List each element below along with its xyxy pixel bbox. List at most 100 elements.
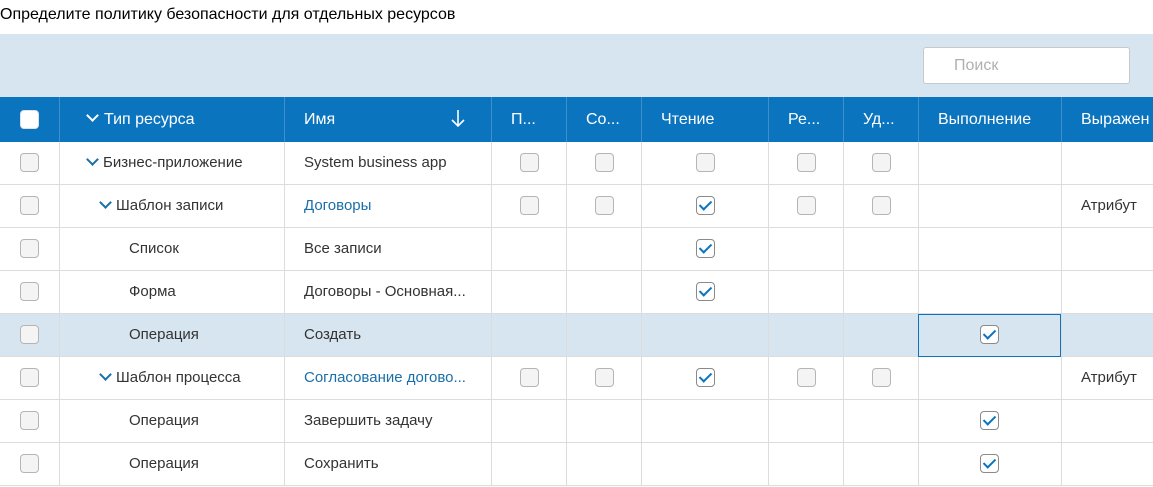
permission-create-checkbox[interactable]: [520, 153, 539, 172]
permission-edit-checkbox[interactable]: [797, 153, 816, 172]
cell-read: [642, 271, 769, 313]
resource-name: System business app: [304, 154, 447, 171]
cell-execute: [919, 400, 1062, 442]
resource-name-link[interactable]: Согласование догово...: [304, 357, 466, 399]
cell-delete: [844, 443, 919, 485]
header-read[interactable]: Чтение: [642, 97, 769, 142]
resource-type-label: Список: [129, 240, 179, 257]
cell-type: Операция: [60, 314, 285, 356]
row-select-checkbox[interactable]: [20, 325, 39, 344]
permission-read-checkbox[interactable]: [696, 196, 715, 215]
header-read-label: Чтение: [661, 111, 715, 128]
permission-read-checkbox[interactable]: [696, 282, 715, 301]
cell-name: Завершить задачу: [285, 400, 492, 442]
cell-edit: [769, 400, 844, 442]
search-input[interactable]: [923, 47, 1130, 84]
permission-read-checkbox[interactable]: [696, 368, 715, 387]
resource-name: Все записи: [304, 240, 382, 257]
row-select-checkbox[interactable]: [20, 153, 39, 172]
cell-select: [0, 357, 60, 399]
header-delete[interactable]: Уд...: [844, 97, 919, 142]
cell-create: [492, 142, 567, 184]
permission-save-checkbox[interactable]: [595, 153, 614, 172]
table-row[interactable]: Операция Завершить задачу: [0, 400, 1153, 443]
cell-expression: [1062, 228, 1153, 270]
permission-execute-checkbox[interactable]: [980, 411, 999, 430]
sort-arrow-down-icon[interactable]: [451, 109, 465, 129]
permission-edit-checkbox[interactable]: [797, 196, 816, 215]
permission-execute-checkbox[interactable]: [980, 454, 999, 473]
table-row[interactable]: Шаблон записи Договоры Атрибут: [0, 185, 1153, 228]
resource-name-link[interactable]: Договоры: [304, 185, 371, 227]
cell-type: Список: [60, 228, 285, 270]
row-select-checkbox[interactable]: [20, 368, 39, 387]
header-save[interactable]: Со...: [567, 97, 642, 142]
cell-save: [567, 142, 642, 184]
cell-delete: [844, 142, 919, 184]
table-row[interactable]: Операция Создать: [0, 314, 1153, 357]
header-expression[interactable]: Выражен: [1062, 97, 1153, 142]
chevron-down-icon[interactable]: [99, 368, 112, 381]
row-select-checkbox[interactable]: [20, 239, 39, 258]
table-row[interactable]: Бизнес-приложение System business app: [0, 142, 1153, 185]
permission-delete-checkbox[interactable]: [872, 368, 891, 387]
header-create[interactable]: П...: [492, 97, 567, 142]
cell-select: [0, 443, 60, 485]
chevron-down-icon[interactable]: [99, 196, 112, 209]
permission-create-checkbox[interactable]: [520, 196, 539, 215]
cell-save: [567, 400, 642, 442]
cell-name: Договоры: [285, 185, 492, 227]
resource-type-label: Шаблон процесса: [116, 369, 241, 386]
expression-label[interactable]: Атрибут: [1081, 185, 1137, 227]
cell-type: Операция: [60, 400, 285, 442]
header-edit[interactable]: Ре...: [769, 97, 844, 142]
permission-read-checkbox[interactable]: [696, 239, 715, 258]
chevron-down-icon[interactable]: [86, 153, 99, 166]
permission-create-checkbox[interactable]: [520, 368, 539, 387]
row-select-checkbox[interactable]: [20, 411, 39, 430]
cell-execute: [919, 142, 1062, 184]
cell-read: [642, 443, 769, 485]
header-type[interactable]: Тип ресурса: [60, 97, 285, 142]
select-all-checkbox[interactable]: [20, 110, 39, 129]
header-edit-label: Ре...: [788, 111, 821, 128]
cell-select: [0, 271, 60, 313]
permission-read-checkbox[interactable]: [696, 153, 715, 172]
row-select-checkbox[interactable]: [20, 196, 39, 215]
cell-name: Согласование догово...: [285, 357, 492, 399]
resource-type-label: Операция: [129, 326, 199, 343]
table-row[interactable]: Операция Сохранить: [0, 443, 1153, 486]
row-select-checkbox[interactable]: [20, 454, 39, 473]
cell-delete: [844, 185, 919, 227]
permission-delete-checkbox[interactable]: [872, 196, 891, 215]
header-name[interactable]: Имя: [285, 97, 492, 142]
resource-name: Договоры - Основная...: [304, 283, 466, 300]
cell-type: Форма: [60, 271, 285, 313]
cell-execute: [919, 271, 1062, 313]
cell-create: [492, 357, 567, 399]
row-select-checkbox[interactable]: [20, 282, 39, 301]
cell-create: [492, 400, 567, 442]
permission-edit-checkbox[interactable]: [797, 368, 816, 387]
cell-select: [0, 185, 60, 227]
expression-label[interactable]: Атрибут: [1081, 357, 1137, 399]
permission-save-checkbox[interactable]: [595, 196, 614, 215]
cell-delete: [844, 357, 919, 399]
header-type-label: Тип ресурса: [104, 111, 195, 128]
cell-read: [642, 185, 769, 227]
cell-select: [0, 228, 60, 270]
chevron-down-icon[interactable]: [86, 109, 99, 122]
focused-cell-outline: [918, 314, 1061, 357]
resource-type-label: Операция: [129, 412, 199, 429]
cell-expression: [1062, 142, 1153, 184]
header-execute[interactable]: Выполнение: [919, 97, 1062, 142]
page-title: Определите политику безопасности для отд…: [0, 6, 456, 23]
table-row[interactable]: Форма Договоры - Основная...: [0, 271, 1153, 314]
permission-delete-checkbox[interactable]: [872, 153, 891, 172]
table-row[interactable]: Шаблон процесса Согласование догово... Атр…: [0, 357, 1153, 400]
cell-expression: [1062, 271, 1153, 313]
permission-save-checkbox[interactable]: [595, 368, 614, 387]
header-create-label: П...: [511, 111, 536, 128]
table-row[interactable]: Список Все записи: [0, 228, 1153, 271]
cell-expression: [1062, 443, 1153, 485]
